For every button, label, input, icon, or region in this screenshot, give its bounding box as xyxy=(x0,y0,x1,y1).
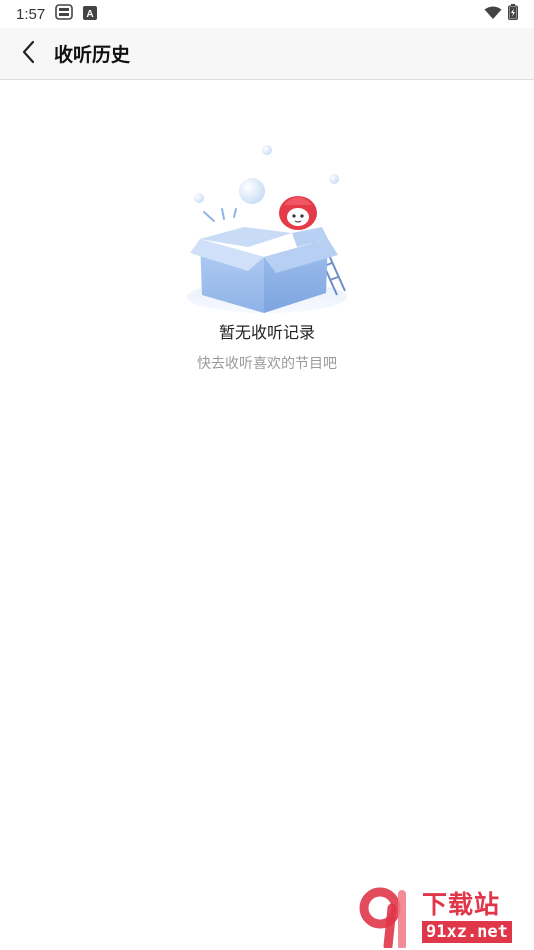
watermark-brand: 下载站 xyxy=(422,890,501,919)
site-watermark: 下载站 91xz.net xyxy=(358,886,528,950)
keyboard-a-icon: A xyxy=(83,5,98,24)
wifi-icon xyxy=(484,5,502,24)
battery-charging-icon xyxy=(507,4,519,24)
chevron-left-icon xyxy=(21,40,35,68)
status-bar: 1:57 A xyxy=(0,0,534,28)
open-box-mascot-illustration xyxy=(182,135,352,315)
status-right-group xyxy=(484,4,519,24)
page-title: 收听历史 xyxy=(54,44,131,66)
svg-text:A: A xyxy=(87,9,94,20)
back-button[interactable] xyxy=(4,28,52,80)
empty-state: 暂无收听记录 快去收听喜欢的节目吧 xyxy=(0,135,534,373)
watermark-text: 下载站 91xz.net xyxy=(422,891,512,943)
empty-state-subtitle: 快去收听喜欢的节目吧 xyxy=(197,356,337,372)
empty-state-title: 暂无收听记录 xyxy=(218,323,315,342)
watermark-logo-icon xyxy=(358,886,420,950)
app-bar: 收听历史 xyxy=(0,28,534,80)
watermark-site: 91xz.net xyxy=(422,921,512,943)
status-time: 1:57 xyxy=(16,5,46,23)
sim-card-icon xyxy=(55,4,74,24)
